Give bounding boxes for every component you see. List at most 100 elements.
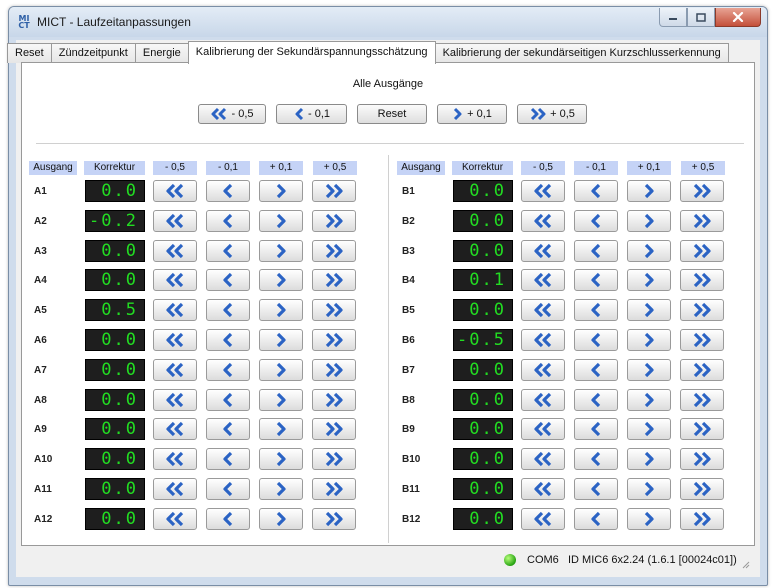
b1-plus-01-button[interactable] <box>627 180 671 202</box>
a10-plus-01-button[interactable] <box>259 448 303 471</box>
a1-minus-05-button[interactable] <box>153 180 197 202</box>
b12-minus-01-button[interactable] <box>574 507 618 530</box>
b12-plus-05-button[interactable] <box>680 507 724 530</box>
b4-minus-01-button[interactable] <box>574 269 618 292</box>
b8-minus-05-button[interactable] <box>521 388 565 411</box>
b11-minus-05-button[interactable] <box>521 478 565 500</box>
a7-plus-05-button[interactable] <box>312 358 356 381</box>
a5-minus-01-button[interactable] <box>206 299 250 322</box>
b3-minus-05-button[interactable] <box>521 239 565 262</box>
b10-minus-05-button[interactable] <box>521 448 565 471</box>
resize-grip-icon[interactable] <box>740 559 750 569</box>
b1-minus-01-button[interactable] <box>574 180 618 202</box>
b12-minus-05-button[interactable] <box>521 507 565 530</box>
a11-minus-05-button[interactable] <box>153 478 197 500</box>
tab-reset[interactable]: Reset <box>7 43 52 63</box>
a2-plus-01-button[interactable] <box>259 209 303 232</box>
b4-minus-05-button[interactable] <box>521 269 565 292</box>
all-minus-05-button[interactable]: - 0,5 <box>198 104 266 124</box>
a1-minus-01-button[interactable] <box>206 180 250 202</box>
a2-minus-01-button[interactable] <box>206 209 250 232</box>
b3-minus-01-button[interactable] <box>574 239 618 262</box>
a6-plus-05-button[interactable] <box>312 329 356 351</box>
a5-plus-05-button[interactable] <box>312 299 356 322</box>
a8-minus-01-button[interactable] <box>206 388 250 411</box>
b8-minus-01-button[interactable] <box>574 388 618 411</box>
a2-plus-05-button[interactable] <box>312 209 356 232</box>
a5-minus-05-button[interactable] <box>153 299 197 322</box>
all-plus-01-button[interactable]: + 0,1 <box>437 104 507 124</box>
b8-plus-05-button[interactable] <box>680 388 724 411</box>
b5-plus-05-button[interactable] <box>680 299 724 322</box>
a4-minus-01-button[interactable] <box>206 269 250 292</box>
a4-plus-05-button[interactable] <box>312 269 356 292</box>
b9-plus-05-button[interactable] <box>680 418 724 441</box>
a12-minus-05-button[interactable] <box>153 507 197 530</box>
title-bar[interactable]: MI CT MICT - Laufzeitanpassungen <box>9 7 767 37</box>
b7-minus-01-button[interactable] <box>574 358 618 381</box>
b11-plus-05-button[interactable] <box>680 478 724 500</box>
b2-minus-05-button[interactable] <box>521 209 565 232</box>
b4-plus-05-button[interactable] <box>680 269 724 292</box>
b6-plus-01-button[interactable] <box>627 329 671 351</box>
b11-plus-01-button[interactable] <box>627 478 671 500</box>
b6-plus-05-button[interactable] <box>680 329 724 351</box>
maximize-button[interactable] <box>687 8 715 27</box>
close-button[interactable] <box>715 8 761 27</box>
tab-zuendzeitpunkt[interactable]: Zündzeitpunkt <box>50 43 136 63</box>
b9-plus-01-button[interactable] <box>627 418 671 441</box>
a6-minus-05-button[interactable] <box>153 329 197 351</box>
a6-plus-01-button[interactable] <box>259 329 303 351</box>
a9-plus-01-button[interactable] <box>259 418 303 441</box>
a9-minus-05-button[interactable] <box>153 418 197 441</box>
tab-energie[interactable]: Energie <box>134 43 189 63</box>
b10-minus-01-button[interactable] <box>574 448 618 471</box>
a10-minus-05-button[interactable] <box>153 448 197 471</box>
b4-plus-01-button[interactable] <box>627 269 671 292</box>
a11-plus-05-button[interactable] <box>312 478 356 500</box>
b5-plus-01-button[interactable] <box>627 299 671 322</box>
b1-plus-05-button[interactable] <box>680 180 724 202</box>
b5-minus-05-button[interactable] <box>521 299 565 322</box>
minimize-button[interactable] <box>659 8 687 27</box>
b10-plus-05-button[interactable] <box>680 448 724 471</box>
a1-plus-01-button[interactable] <box>259 180 303 202</box>
a12-minus-01-button[interactable] <box>206 507 250 530</box>
a11-plus-01-button[interactable] <box>259 478 303 500</box>
b5-minus-01-button[interactable] <box>574 299 618 322</box>
a9-plus-05-button[interactable] <box>312 418 356 441</box>
b10-plus-01-button[interactable] <box>627 448 671 471</box>
a2-minus-05-button[interactable] <box>153 209 197 232</box>
a3-minus-01-button[interactable] <box>206 239 250 262</box>
b6-minus-01-button[interactable] <box>574 329 618 351</box>
all-plus-05-button[interactable]: + 0,5 <box>517 104 587 124</box>
b3-plus-01-button[interactable] <box>627 239 671 262</box>
a9-minus-01-button[interactable] <box>206 418 250 441</box>
b1-minus-05-button[interactable] <box>521 180 565 202</box>
a6-minus-01-button[interactable] <box>206 329 250 351</box>
a3-minus-05-button[interactable] <box>153 239 197 262</box>
b7-minus-05-button[interactable] <box>521 358 565 381</box>
tab-kalibrierung-kurzschluss[interactable]: Kalibrierung der sekundärseitigen Kurzsc… <box>434 43 729 63</box>
a3-plus-01-button[interactable] <box>259 239 303 262</box>
a7-minus-01-button[interactable] <box>206 358 250 381</box>
a8-minus-05-button[interactable] <box>153 388 197 411</box>
a10-minus-01-button[interactable] <box>206 448 250 471</box>
a4-minus-05-button[interactable] <box>153 269 197 292</box>
all-minus-01-button[interactable]: - 0,1 <box>276 104 347 124</box>
b2-plus-01-button[interactable] <box>627 209 671 232</box>
b9-minus-01-button[interactable] <box>574 418 618 441</box>
all-reset-button[interactable]: Reset <box>357 104 427 124</box>
b7-plus-01-button[interactable] <box>627 358 671 381</box>
b12-plus-01-button[interactable] <box>627 507 671 530</box>
a10-plus-05-button[interactable] <box>312 448 356 471</box>
a11-minus-01-button[interactable] <box>206 478 250 500</box>
b2-minus-01-button[interactable] <box>574 209 618 232</box>
a7-minus-05-button[interactable] <box>153 358 197 381</box>
a8-plus-01-button[interactable] <box>259 388 303 411</box>
a5-plus-01-button[interactable] <box>259 299 303 322</box>
a3-plus-05-button[interactable] <box>312 239 356 262</box>
b7-plus-05-button[interactable] <box>680 358 724 381</box>
b6-minus-05-button[interactable] <box>521 329 565 351</box>
b11-minus-01-button[interactable] <box>574 478 618 500</box>
